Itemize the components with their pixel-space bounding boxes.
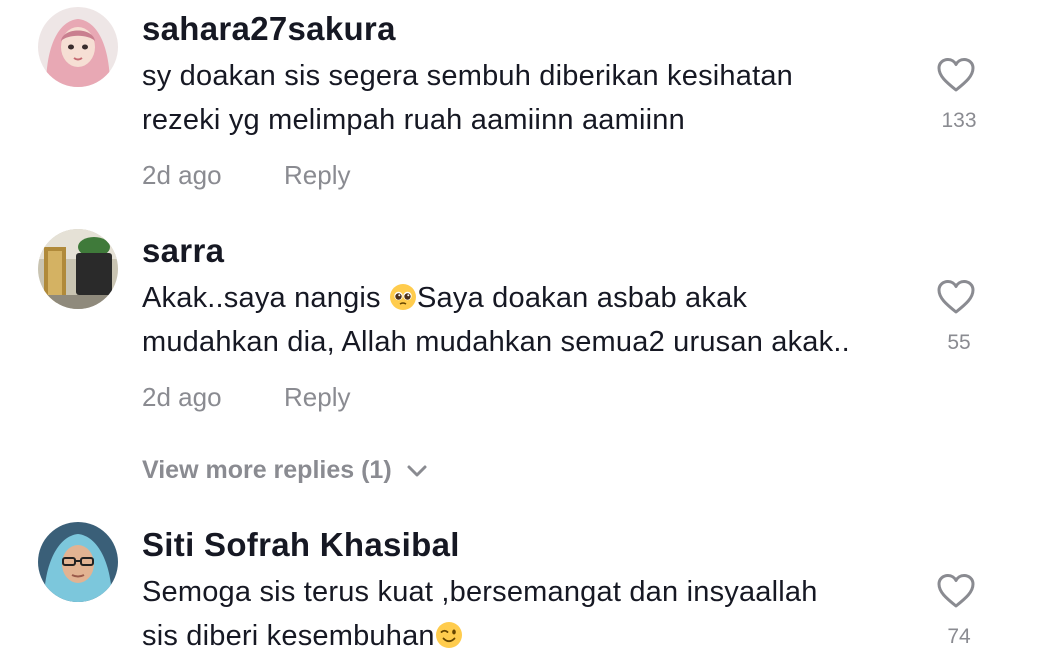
winking-face-emoji-icon [435,622,462,648]
comment-timestamp: 2d ago [142,382,222,412]
comment-text-line: sy doakan sis segera sembuh diberikan ke… [142,60,793,92]
comment-text: sis diberi kesembuhan [142,620,435,652]
comment-text-line: Akak..saya nangis Saya doakan asbab akak [142,282,747,315]
plant-pot-avatar-icon [38,229,118,309]
chevron-down-icon [407,465,427,476]
like-count: 74 [947,625,971,648]
comment-text-line: mudahkan dia, Allah mudahkan semua2 urus… [142,326,850,358]
comment-text-line: rezeki yg melimpah ruah aamiinn aamiinn [142,104,685,136]
user-avatar[interactable] [38,229,118,309]
reply-button[interactable]: Reply [284,160,350,191]
like-count: 55 [947,331,971,354]
comment-timestamp: 2d ago [142,160,222,190]
heart-icon[interactable] [936,279,976,315]
comment-text: Saya doakan asbab akak [417,282,748,314]
user-avatar[interactable] [38,7,118,87]
pleading-face-emoji-icon [390,284,417,310]
view-more-replies-label: View more replies (1) [142,456,392,484]
woman-glasses-avatar-icon [38,522,118,602]
like-count: 133 [941,109,977,132]
comment-text-line: sis diberi kesembuhan [142,620,463,653]
heart-icon[interactable] [936,573,976,609]
reply-button[interactable]: Reply [284,382,350,413]
comment-username[interactable]: Siti Sofrah Khasibal [142,526,460,564]
comment-username[interactable]: sarra [142,232,224,270]
heart-icon[interactable] [936,57,976,93]
comment-username[interactable]: sahara27sakura [142,10,396,48]
comment-list: sahara27sakura sy doakan sis segera semb… [0,0,1040,664]
user-avatar[interactable] [38,522,118,602]
view-more-replies-button[interactable]: View more replies (1) [142,456,428,485]
comment-text-line: Semoga sis terus kuat ,bersemangat dan i… [142,576,818,608]
comment-text: Akak..saya nangis [142,282,390,314]
hijab-girl-avatar-icon [38,7,118,87]
